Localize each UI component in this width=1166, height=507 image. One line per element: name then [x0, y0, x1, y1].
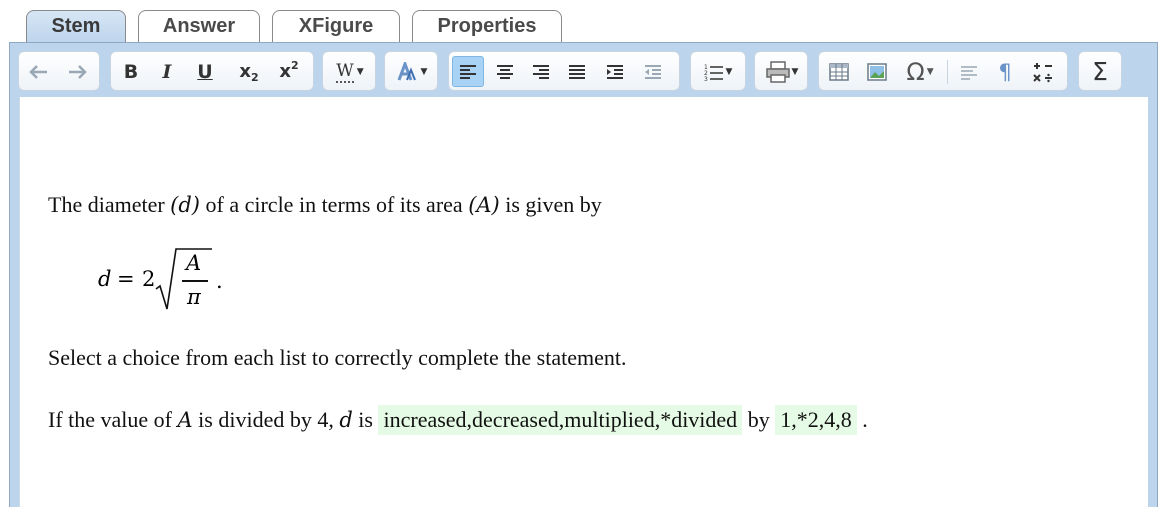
paragraph-style-button[interactable]	[953, 56, 985, 87]
numbered-list-icon: 1 2 3	[704, 64, 723, 82]
toolbar-separator	[947, 60, 948, 84]
formula-equals: =	[117, 267, 135, 291]
outdent-icon	[645, 64, 661, 79]
tab-stem[interactable]: Stem	[26, 10, 126, 44]
style-group: W ▼	[322, 51, 376, 91]
list-group: 1 2 3 ▼	[690, 51, 746, 91]
stem-text: The diameter	[48, 192, 171, 217]
redo-icon	[69, 64, 87, 79]
chevron-down-icon: ▼	[791, 66, 799, 77]
stem-text: is given by	[499, 192, 602, 217]
stem-text: is divided by 4,	[192, 407, 340, 432]
print-dropdown[interactable]: ▼	[761, 56, 803, 87]
tab-properties[interactable]: Properties	[412, 10, 562, 43]
history-group	[18, 51, 100, 91]
style-label: W	[336, 60, 354, 83]
insert-table-button[interactable]	[823, 56, 855, 87]
chevron-down-icon: ▼	[356, 66, 364, 77]
stem-text: of a circle in terms of its area	[200, 192, 469, 217]
stem-text: by	[742, 407, 776, 432]
subscript-label: x	[239, 61, 251, 82]
superscript-digit: 2	[290, 59, 299, 72]
style-dropdown[interactable]: W ▼	[331, 56, 369, 87]
sigma-icon: Σ	[1092, 57, 1108, 86]
superscript-button[interactable]: x2	[273, 56, 305, 87]
align-left-button[interactable]	[452, 56, 484, 87]
undo-button[interactable]	[23, 56, 55, 87]
stem-line-2: Select a choice from each list to correc…	[48, 345, 627, 370]
align-center-button[interactable]	[489, 56, 521, 87]
formula-lhs: d	[98, 267, 112, 291]
math-d-variable: (d)	[170, 193, 201, 217]
stem-line-3: If the value of A is divided by 4, d is …	[48, 405, 868, 435]
stem-line-1: The diameter (d) of a circle in terms of…	[48, 192, 602, 218]
math-operators-icon	[1033, 62, 1052, 82]
align-justify-button[interactable]	[561, 56, 593, 87]
math-a-variable: (A)	[468, 193, 500, 217]
equation-group: Σ	[1078, 51, 1122, 91]
undo-icon	[29, 64, 47, 79]
print-group: ▼	[754, 51, 808, 91]
italic-button[interactable]: I	[151, 56, 183, 87]
stem-text: .	[856, 407, 868, 432]
font-color-icon	[397, 61, 416, 81]
special-char-dropdown[interactable]: Ω ▼	[899, 56, 941, 87]
chevron-down-icon: ▼	[420, 66, 428, 77]
align-center-icon	[497, 64, 513, 79]
insert-equation-button[interactable]: Σ	[1084, 56, 1116, 87]
indent-icon	[607, 64, 623, 79]
outdent-button[interactable]	[637, 56, 669, 87]
chevron-down-icon: ▼	[926, 66, 934, 77]
image-icon	[867, 62, 887, 81]
choice-list-1[interactable]: increased,decreased,multiplied,*divided	[378, 405, 743, 435]
tab-answer[interactable]: Answer	[138, 10, 260, 43]
font-color-dropdown[interactable]: ▼	[393, 56, 431, 87]
editor-content[interactable]: The diameter (d) of a circle in terms of…	[19, 97, 1148, 507]
insert-image-button[interactable]	[861, 56, 893, 87]
tab-xfigure[interactable]: XFigure	[272, 10, 400, 43]
editor-frame: B I U x2 x2 W ▼ ▼ 1 2 3 ▼ ▼ Ω ▼ ¶ Σ The …	[9, 42, 1158, 507]
stem-text: If the value of	[48, 407, 178, 432]
formula-denominator: π	[187, 285, 201, 309]
redo-button[interactable]	[61, 56, 93, 87]
underline-button[interactable]: U	[189, 56, 221, 87]
text-lines-icon	[961, 65, 977, 80]
format-group: B I U x2 x2	[110, 51, 314, 91]
numbered-list-dropdown[interactable]: 1 2 3 ▼	[697, 56, 739, 87]
math-d-variable: d	[339, 408, 353, 432]
table-icon	[829, 62, 849, 81]
align-right-button[interactable]	[525, 56, 557, 87]
choice-list-2[interactable]: 1,*2,4,8	[775, 405, 857, 435]
align-justify-icon	[569, 64, 585, 79]
insert-group: Ω ▼ ¶	[818, 51, 1068, 91]
formula: d = 2 A π .	[98, 245, 258, 315]
font-color-group: ▼	[384, 51, 438, 91]
svg-text:3: 3	[704, 76, 708, 82]
chevron-down-icon: ▼	[725, 66, 733, 77]
editor-toolbar: B I U x2 x2 W ▼ ▼ 1 2 3 ▼ ▼ Ω ▼ ¶ Σ	[10, 43, 1157, 97]
align-right-icon	[533, 64, 549, 79]
superscript-label: x	[279, 61, 291, 82]
printer-icon	[765, 60, 790, 83]
formula-period: .	[216, 269, 223, 293]
math-a-variable: A	[177, 408, 193, 432]
bold-button[interactable]: B	[115, 56, 147, 87]
alignment-group	[448, 51, 680, 91]
indent-button[interactable]	[599, 56, 631, 87]
pilcrow-icon: ¶	[998, 59, 1012, 84]
subscript-digit: 2	[250, 71, 259, 84]
align-left-icon	[460, 64, 476, 79]
subscript-button[interactable]: x2	[233, 56, 265, 87]
math-operators-button[interactable]	[1027, 56, 1059, 87]
show-blocks-button[interactable]: ¶	[989, 56, 1021, 87]
omega-icon: Ω	[906, 57, 925, 86]
stem-text: is	[352, 407, 379, 432]
formula-numerator: A	[186, 251, 202, 275]
fraction-bar	[182, 280, 208, 282]
